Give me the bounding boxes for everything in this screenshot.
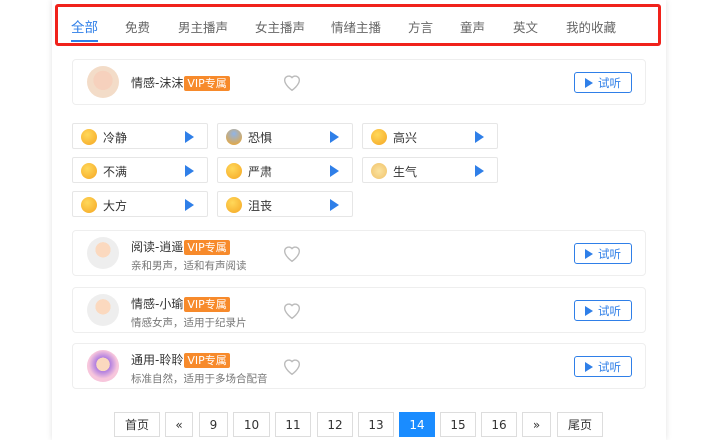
page-9[interactable]: 9 <box>199 412 228 437</box>
tab-dialect[interactable]: 方言 <box>408 17 433 36</box>
play-icon <box>330 199 339 211</box>
emotion-generous[interactable]: 大方 <box>72 191 208 217</box>
emotion-dissatisfied[interactable]: 不满 <box>72 157 208 183</box>
page-prev[interactable]: « <box>165 412 193 437</box>
voice-description: 亲和男声，适和有声阅读 <box>131 260 247 272</box>
page-12[interactable]: 12 <box>317 412 353 437</box>
vip-badge: VIP专属 <box>184 76 230 91</box>
emoji-icon <box>226 197 242 213</box>
page-10[interactable]: 10 <box>233 412 270 437</box>
play-icon <box>585 305 593 316</box>
tab-english[interactable]: 英文 <box>513 17 538 36</box>
page-16[interactable]: 16 <box>481 412 517 437</box>
page-15[interactable]: 15 <box>440 412 476 437</box>
voice-name: 通用-聆聆 VIP专属 <box>131 351 230 368</box>
voice-card: 通用-聆聆 VIP专属 标准自然，适用于多场合配音 试听 <box>72 343 646 389</box>
emotion-depressed[interactable]: 沮丧 <box>217 191 353 217</box>
voice-name: 阅读-逍遥 VIP专属 <box>131 238 230 255</box>
play-icon <box>330 165 339 177</box>
emoji-icon <box>81 129 97 145</box>
page-14-current[interactable]: 14 <box>399 412 435 437</box>
emotion-serious[interactable]: 严肃 <box>217 157 353 183</box>
heart-icon[interactable] <box>281 71 303 93</box>
play-icon <box>475 165 484 177</box>
page-11[interactable]: 11 <box>275 412 311 437</box>
tab-emotion[interactable]: 情绪主播 <box>331 17 381 36</box>
voice-description: 标准自然，适用于多场合配音 <box>131 373 268 385</box>
tab-all[interactable]: 全部 <box>71 16 98 42</box>
category-tabs: 全部 免费 男主播声 女主播声 情绪主播 方言 童声 英文 我的收藏 <box>55 4 661 46</box>
voice-name: 情感-沫沫 VIP专属 <box>131 74 230 91</box>
featured-voice-card: 情感-沫沫 VIP专属 试听 <box>72 59 646 105</box>
voice-description: 情感女声，适用于纪录片 <box>131 317 247 329</box>
heart-icon[interactable] <box>281 242 303 264</box>
heart-icon[interactable] <box>281 355 303 377</box>
heart-icon[interactable] <box>281 299 303 321</box>
emotion-angry[interactable]: 生气 <box>362 157 498 183</box>
vip-badge: VIP专属 <box>184 353 230 368</box>
play-icon <box>185 131 194 143</box>
page-last[interactable]: 尾页 <box>557 412 603 437</box>
emoji-icon <box>226 129 242 145</box>
page-first[interactable]: 首页 <box>114 412 160 437</box>
play-icon <box>330 131 339 143</box>
emoji-icon <box>81 163 97 179</box>
tab-female[interactable]: 女主播声 <box>255 17 305 36</box>
avatar <box>87 294 119 326</box>
emotion-happy[interactable]: 高兴 <box>362 123 498 149</box>
avatar <box>87 237 119 269</box>
listen-button[interactable]: 试听 <box>574 356 632 377</box>
listen-button[interactable]: 试听 <box>574 72 632 93</box>
play-icon <box>185 165 194 177</box>
emoji-icon <box>371 163 387 179</box>
tab-male[interactable]: 男主播声 <box>178 17 228 36</box>
avatar <box>87 350 119 382</box>
vip-badge: VIP专属 <box>184 297 230 312</box>
play-icon <box>185 199 194 211</box>
emotion-fear[interactable]: 恐惧 <box>217 123 353 149</box>
emotion-calm[interactable]: 冷静 <box>72 123 208 149</box>
listen-button[interactable]: 试听 <box>574 300 632 321</box>
voice-card: 情感-小瑜 VIP专属 情感女声，适用于纪录片 试听 <box>72 287 646 333</box>
play-icon <box>585 248 593 259</box>
tab-free[interactable]: 免费 <box>125 17 150 36</box>
page-13[interactable]: 13 <box>358 412 394 437</box>
listen-button[interactable]: 试听 <box>574 243 632 264</box>
voice-card: 阅读-逍遥 VIP专属 亲和男声，适和有声阅读 试听 <box>72 230 646 276</box>
tab-child[interactable]: 童声 <box>460 17 485 36</box>
play-icon <box>475 131 484 143</box>
play-icon <box>585 77 593 88</box>
emoji-icon <box>226 163 242 179</box>
page-next[interactable]: » <box>522 412 551 437</box>
avatar <box>87 66 119 98</box>
vip-badge: VIP专属 <box>184 240 230 255</box>
play-icon <box>585 361 593 372</box>
voice-name: 情感-小瑜 VIP专属 <box>131 295 230 312</box>
emoji-icon <box>371 129 387 145</box>
emoji-icon <box>81 197 97 213</box>
tab-favorites[interactable]: 我的收藏 <box>566 17 616 36</box>
